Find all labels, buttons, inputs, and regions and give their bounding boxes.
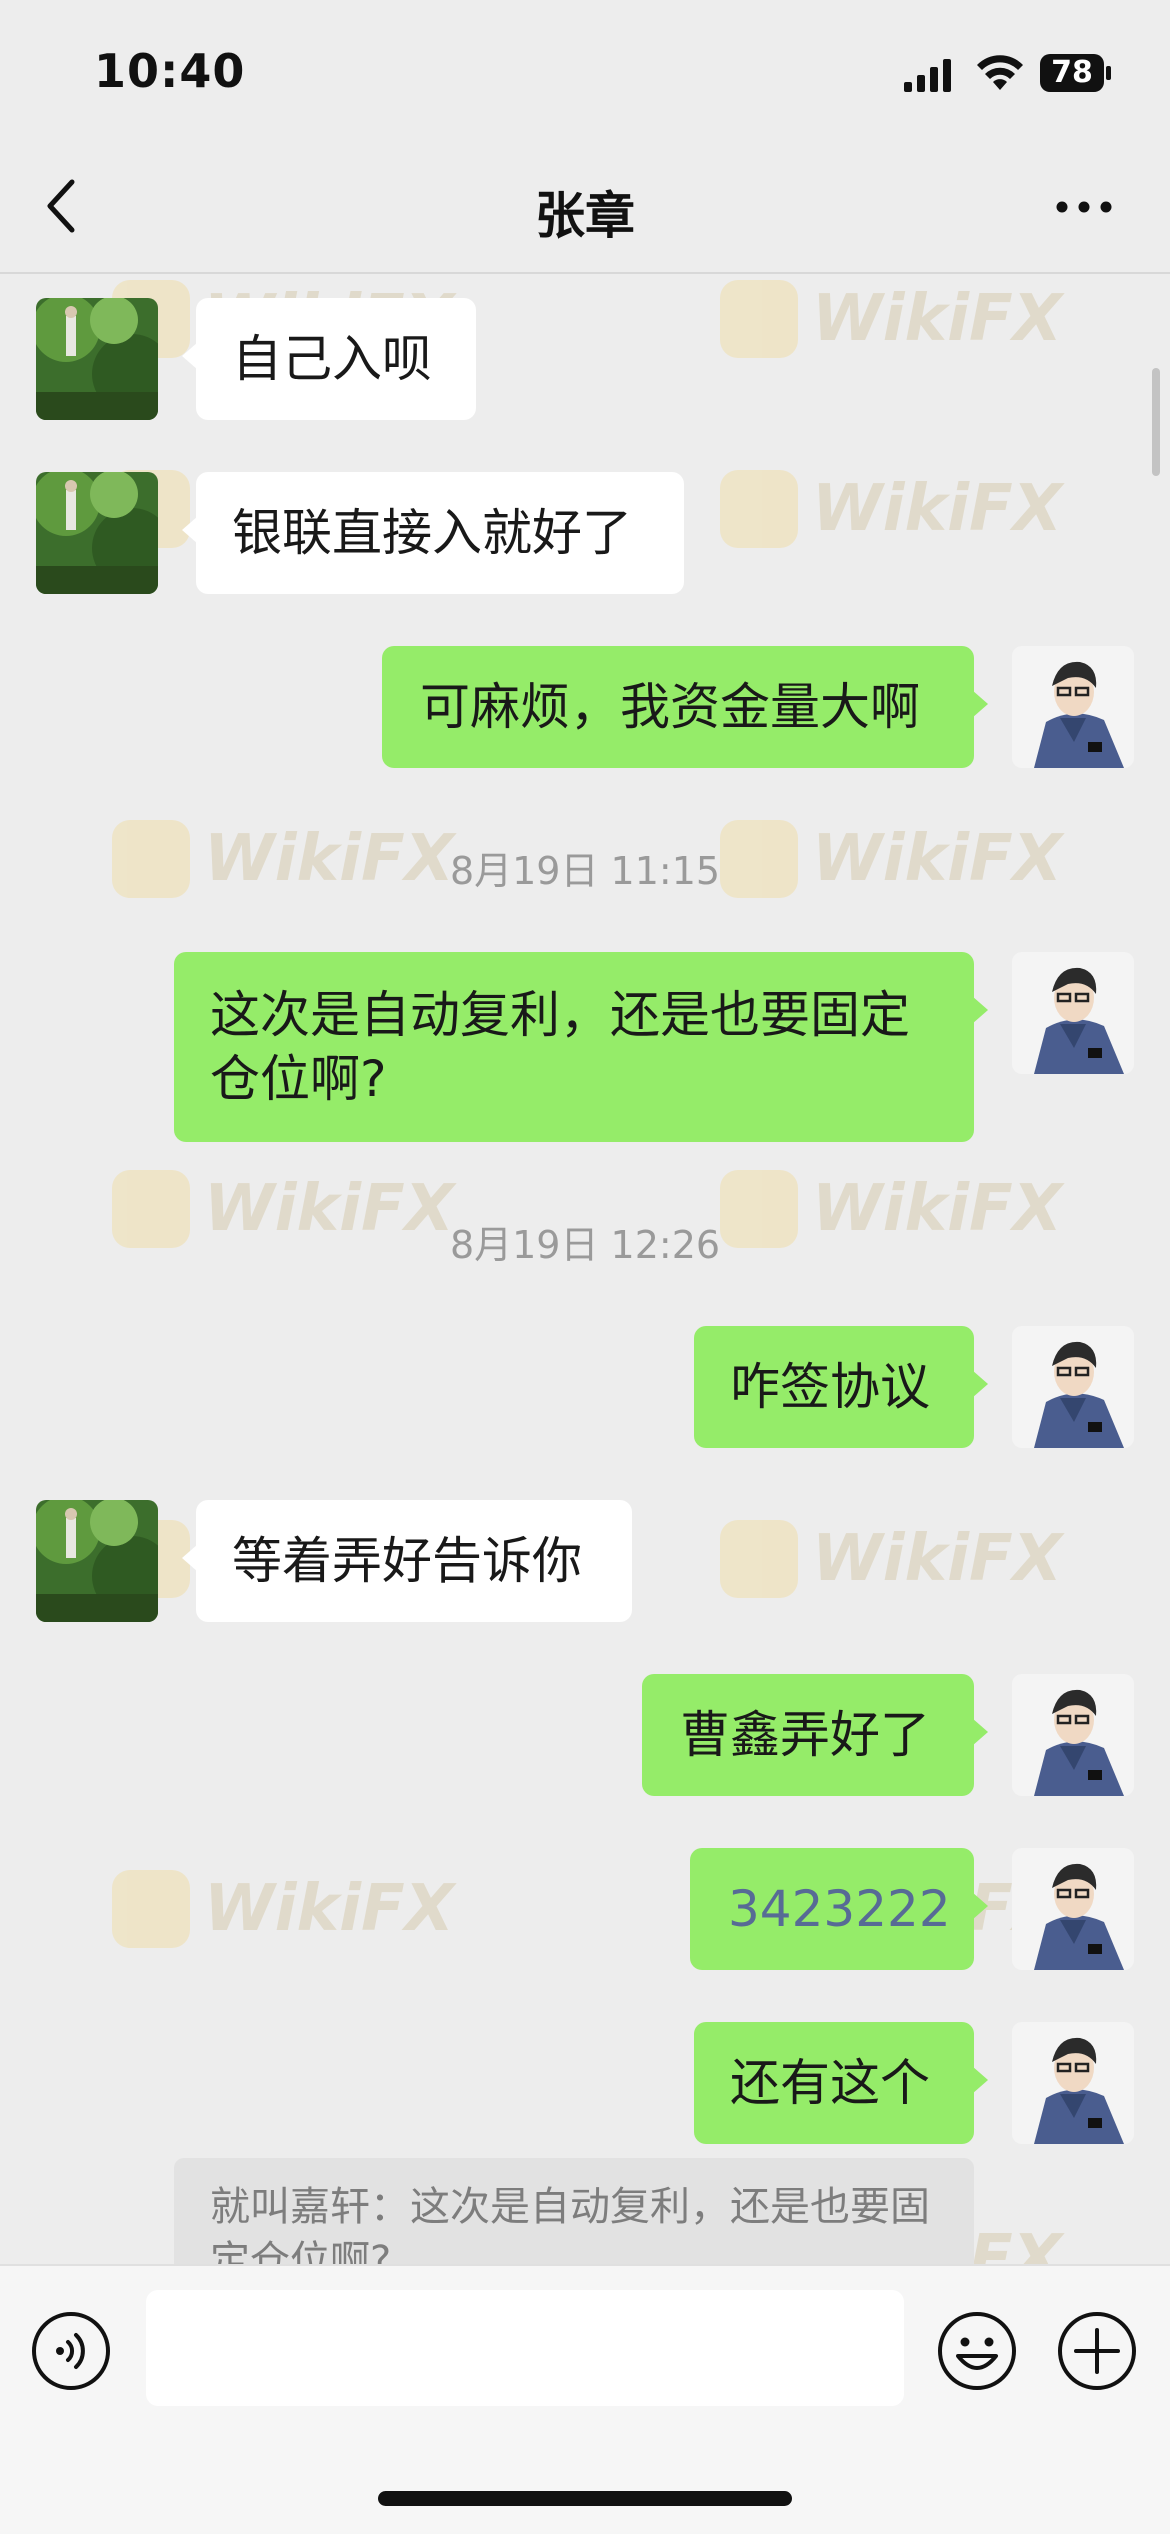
message-bubble[interactable]: 还有这个 <box>694 2022 988 2144</box>
user-avatar[interactable] <box>1012 646 1134 768</box>
emoji-icon[interactable] <box>936 2310 1018 2392</box>
home-indicator[interactable] <box>378 2491 792 2506</box>
message-text: 自己入呗 <box>232 330 432 388</box>
watermark-logo-icon <box>720 1520 798 1598</box>
user-avatar[interactable] <box>1012 1848 1134 1970</box>
contact-avatar[interactable] <box>36 1500 158 1622</box>
input-bar <box>0 2264 1170 2534</box>
message-text: 银联直接入就好了 <box>232 504 632 562</box>
message-bubble[interactable]: 这次是自动复利，还是也要固定仓位啊? <box>174 952 988 1142</box>
cellular-signal-icon <box>904 59 951 92</box>
watermark: WikiFX <box>112 1864 454 1954</box>
watermark-logo-icon <box>720 470 798 548</box>
message-timestamp: 8月19日 11:15 <box>449 849 721 893</box>
message-text: 还有这个 <box>730 2054 930 2112</box>
scrollbar-thumb[interactable] <box>1152 368 1160 476</box>
user-avatar[interactable] <box>1012 1326 1134 1448</box>
status-time: 10:40 <box>94 44 246 98</box>
message-text: 曹鑫弄好了 <box>680 1706 930 1764</box>
message-bubble[interactable]: 咋签协议 <box>694 1326 988 1448</box>
contact-avatar-image <box>36 298 158 420</box>
voice-input-icon[interactable] <box>30 2310 112 2392</box>
message-text[interactable]: 3423222 <box>690 1848 974 1970</box>
watermark-logo-icon <box>112 1870 190 1948</box>
contact-avatar-image <box>36 1500 158 1622</box>
message-text: 等着弄好告诉你 <box>232 1532 582 1590</box>
watermark: WikiFX <box>720 464 1062 554</box>
message-bubble[interactable]: 等着弄好告诉你 <box>182 1500 632 1622</box>
user-avatar-image <box>1012 2022 1134 2144</box>
user-avatar-image <box>1012 1848 1134 1970</box>
message-text: 这次是自动复利，还是也要固定仓位啊? <box>210 986 910 1108</box>
wifi-icon <box>977 55 1023 90</box>
message-bubble[interactable]: 自己入呗 <box>182 298 476 420</box>
message-input[interactable] <box>146 2290 904 2406</box>
message-bubble[interactable]: 可麻烦，我资金量大啊 <box>382 646 988 768</box>
message-list[interactable]: WikiFX WikiFX WikiFX WikiFX WikiFX WikiF… <box>0 274 1170 2264</box>
add-plus-icon[interactable] <box>1056 2310 1138 2392</box>
user-avatar[interactable] <box>1012 2022 1134 2144</box>
watermark: WikiFX <box>720 274 1062 364</box>
contact-avatar[interactable] <box>36 472 158 594</box>
user-avatar-image <box>1012 952 1134 1074</box>
user-avatar[interactable] <box>1012 952 1134 1074</box>
user-avatar-image <box>1012 1674 1134 1796</box>
quoted-message-text: 就叫嘉轩：这次是自动复利，还是也要固定仓位啊? <box>210 2184 930 2264</box>
chat-header: 张章 <box>0 140 1170 274</box>
status-bar: 10:40 78 <box>0 0 1170 140</box>
user-avatar-image <box>1012 1326 1134 1448</box>
watermark: WikiFX <box>720 1514 1062 1604</box>
chat-title: 张章 <box>535 187 635 245</box>
message-text: 咋签协议 <box>730 1358 930 1416</box>
message-bubble[interactable]: 银联直接入就好了 <box>182 472 684 594</box>
contact-avatar[interactable] <box>36 298 158 420</box>
watermark-logo-icon <box>720 280 798 358</box>
message-text: 可麻烦，我资金量大啊 <box>420 678 920 736</box>
user-avatar[interactable] <box>1012 1674 1134 1796</box>
more-options-icon[interactable] <box>1054 192 1114 222</box>
message-bubble[interactable]: 3423222 <box>690 1848 988 1970</box>
quoted-message[interactable]: 就叫嘉轩：这次是自动复利，还是也要固定仓位啊? <box>174 2158 974 2264</box>
message-bubble[interactable]: 曹鑫弄好了 <box>642 1674 988 1796</box>
user-avatar-image <box>1012 646 1134 768</box>
message-timestamp: 8月19日 12:26 <box>449 1223 721 1267</box>
contact-avatar-image <box>36 472 158 594</box>
battery-level: 78 <box>1051 55 1093 90</box>
